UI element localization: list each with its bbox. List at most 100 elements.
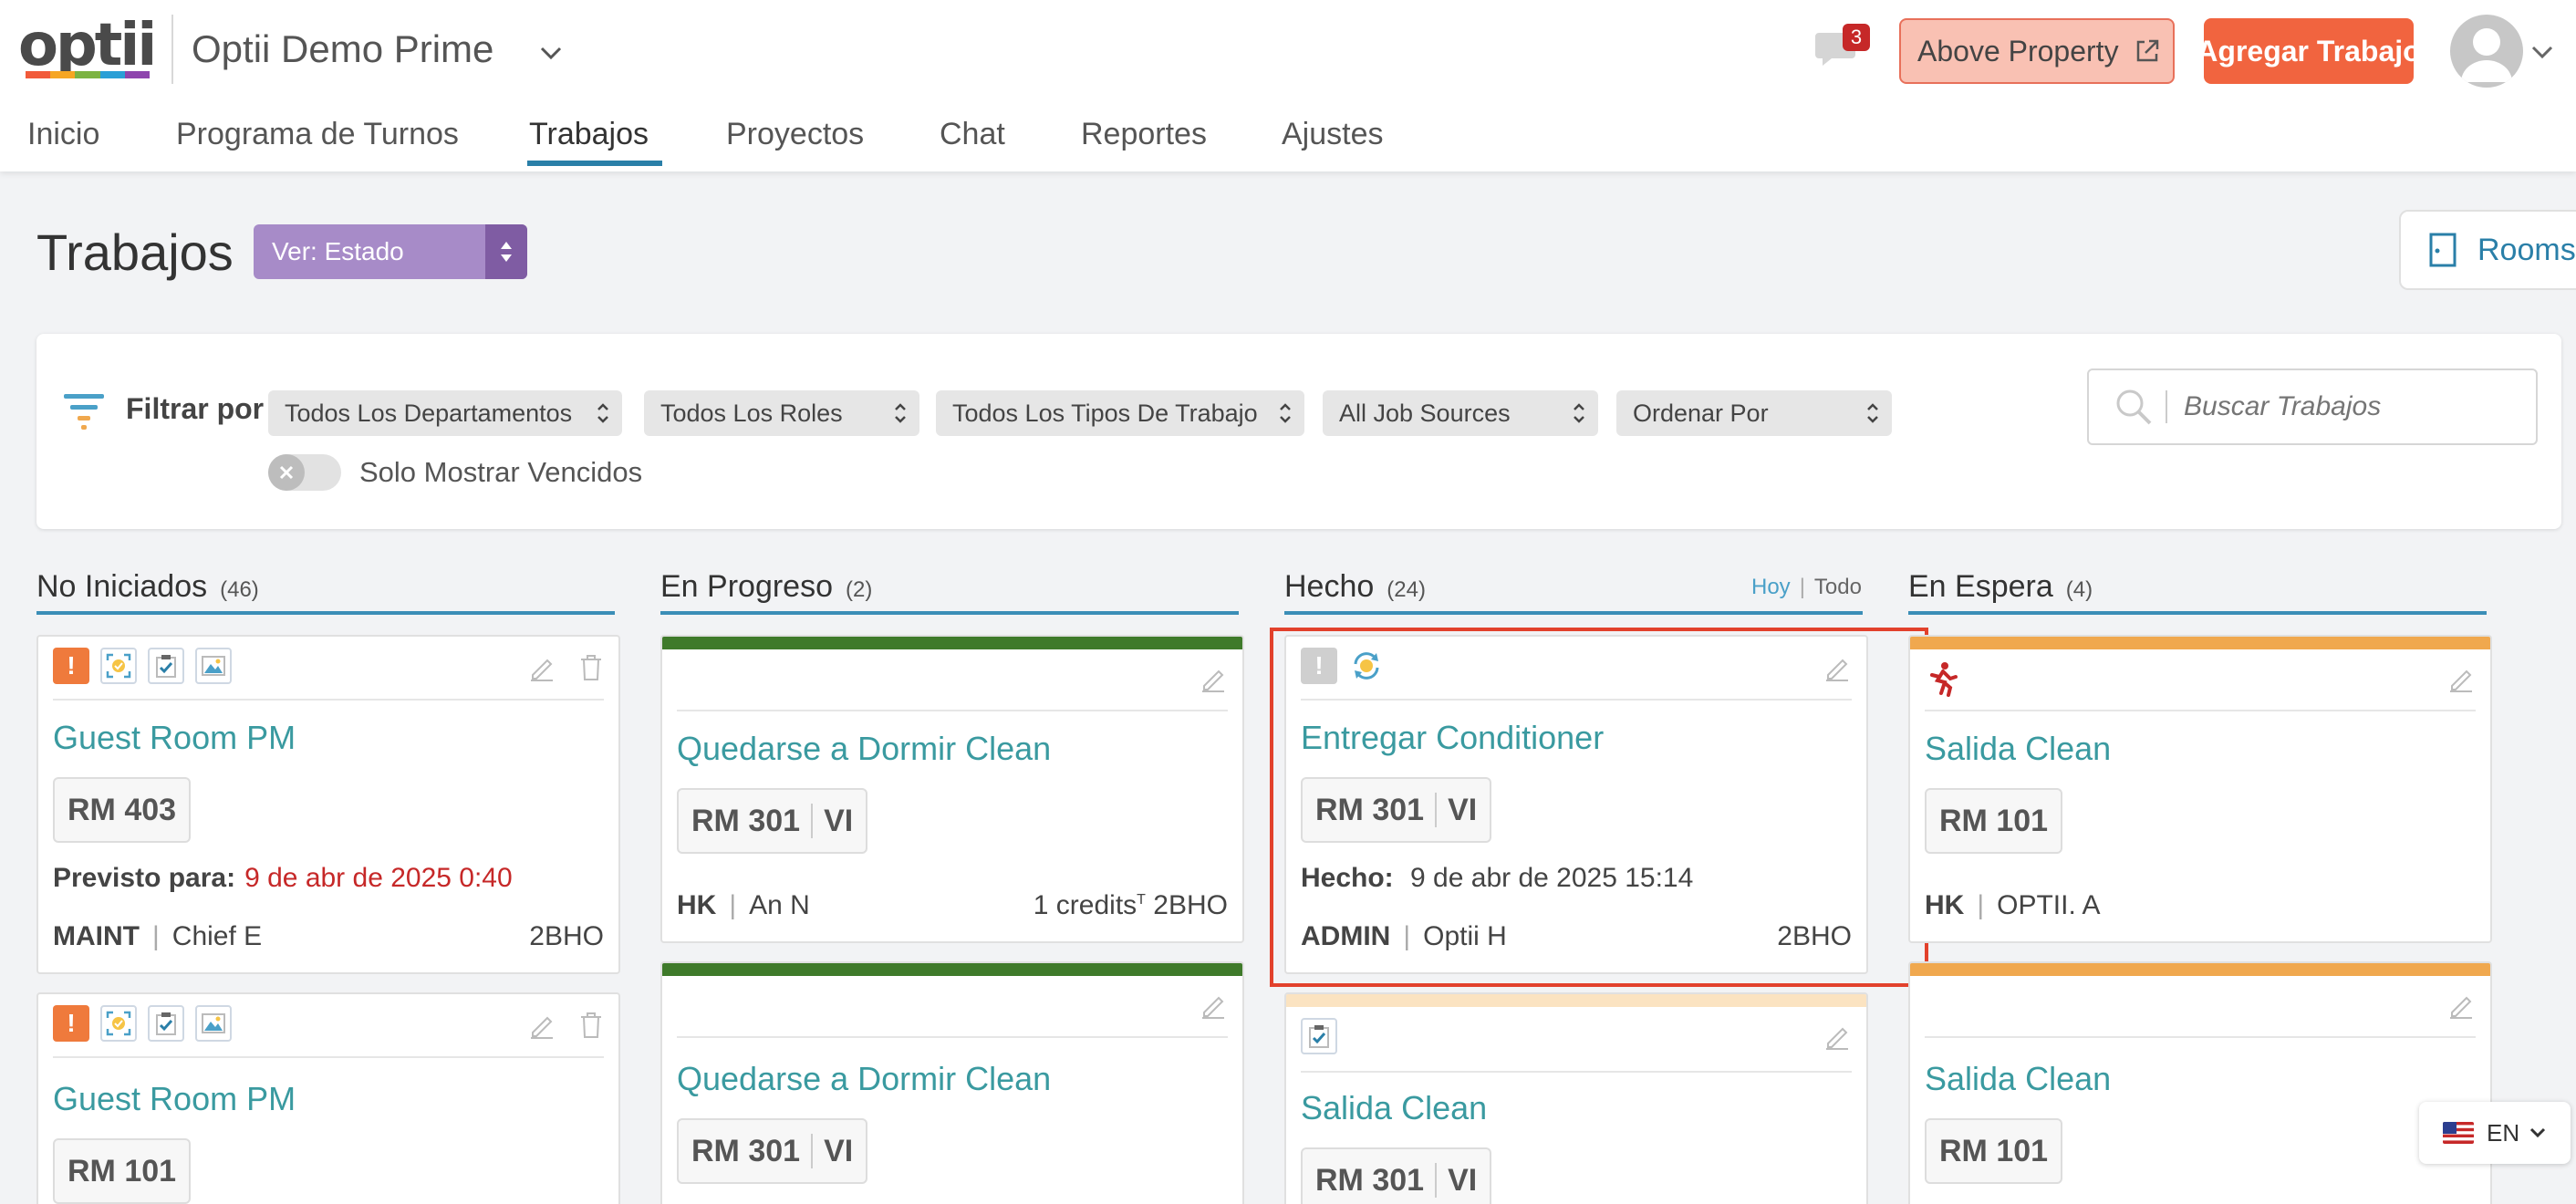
job-title[interactable]: Salida Clean: [1925, 1060, 2111, 1098]
nav-proyectos[interactable]: Proyectos: [726, 117, 864, 152]
status-bar: [1910, 963, 2490, 976]
checklist-icon: [148, 648, 184, 684]
edit-icon[interactable]: [2446, 664, 2476, 693]
column-underline: [36, 611, 615, 615]
job-title[interactable]: Salida Clean: [1301, 1089, 1487, 1127]
job-card[interactable]: Salida Clean RM 301 VI: [1284, 992, 1868, 1204]
nav-reportes[interactable]: Reportes: [1081, 117, 1207, 152]
language-code: EN: [2487, 1118, 2520, 1147]
room-number: RM 301: [691, 1133, 801, 1168]
department-select-value: Todos Los Departamentos: [285, 399, 573, 427]
image-icon: [195, 648, 232, 684]
select-arrows-icon: [485, 224, 527, 279]
edit-icon[interactable]: [1199, 991, 1228, 1020]
notification-badge: 3: [1843, 24, 1870, 51]
checklist-icon: [148, 1005, 184, 1042]
selection-highlight: [1270, 628, 1928, 987]
card-divider: [53, 1056, 604, 1058]
rooms-button[interactable]: Rooms: [2399, 210, 2576, 290]
assignment-info: HK | An N: [677, 890, 810, 920]
sort-select[interactable]: Ordenar Por: [1616, 390, 1892, 436]
search-box[interactable]: [2087, 368, 2538, 445]
job-type-select[interactable]: Todos Los Tipos De Trabajo: [936, 390, 1304, 436]
view-select[interactable]: Ver: Estado: [254, 224, 527, 279]
nav-ajustes[interactable]: Ajustes: [1282, 117, 1384, 152]
nav-chat[interactable]: Chat: [940, 117, 1005, 152]
edit-icon[interactable]: [1199, 664, 1228, 693]
assignee: An N: [749, 890, 810, 920]
job-card[interactable]: Quedarse a Dormir Clean RM 301 VI HK | An N…: [660, 635, 1244, 943]
column-underline: [1908, 611, 2487, 615]
credits-superscript: T: [1137, 892, 1146, 908]
property-name[interactable]: Optii Demo Prime: [192, 27, 493, 71]
trash-icon[interactable]: [578, 653, 604, 682]
checklist-icon: [1301, 1018, 1337, 1054]
job-title[interactable]: Quedarse a Dormir Clean: [677, 1060, 1051, 1098]
close-icon: [279, 465, 294, 480]
logo-color-bar: [26, 71, 151, 78]
job-card[interactable]: Quedarse a Dormir Clean RM 301 VI: [660, 961, 1244, 1204]
inspection-icon: [100, 648, 137, 684]
nav-active-indicator: [527, 161, 662, 166]
nav-trabajos[interactable]: Trabajos: [529, 117, 649, 152]
above-property-button[interactable]: Above Property: [1899, 18, 2175, 84]
optii-logo[interactable]: optii: [18, 16, 157, 78]
job-type-select-value: Todos Los Tipos De Trabajo: [952, 399, 1258, 427]
edit-icon[interactable]: [2446, 991, 2476, 1020]
nav-programa-de-turnos[interactable]: Programa de Turnos: [176, 117, 459, 152]
edit-icon[interactable]: [527, 1011, 556, 1040]
page-title: Trabajos: [36, 223, 234, 281]
room-type: VI: [1448, 1162, 1478, 1198]
search-separator: [2166, 390, 2167, 423]
card-actions: [1823, 1022, 1852, 1051]
user-avatar[interactable]: [2450, 15, 2523, 88]
search-icon: [2116, 389, 2152, 425]
credits-info: 1 creditsT 2BHO: [1034, 890, 1228, 921]
column-underline: [1284, 611, 1863, 615]
edit-icon[interactable]: [527, 653, 556, 682]
job-title[interactable]: Guest Room PM: [53, 1080, 296, 1118]
roles-select-value: Todos Los Roles: [660, 399, 843, 427]
tab-all[interactable]: Todo: [1814, 575, 1862, 599]
sort-select-value: Ordenar Por: [1633, 399, 1769, 427]
nav-inicio[interactable]: Inicio: [27, 117, 99, 152]
view-select-label: Ver: Estado: [272, 237, 404, 265]
above-property-label: Above Property: [1917, 34, 2119, 67]
trash-icon[interactable]: [578, 1011, 604, 1040]
tab-today[interactable]: Hoy: [1751, 575, 1791, 599]
roles-select[interactable]: Todos Los Roles: [644, 390, 919, 436]
chevron-down-icon[interactable]: [2530, 40, 2554, 64]
chevron-down-icon[interactable]: [538, 40, 564, 66]
select-arrows-icon: [1574, 403, 1584, 423]
card-icons: [1301, 1018, 1337, 1054]
room-tag: RM 101: [1925, 788, 2063, 854]
add-job-button[interactable]: Agregar Trabajo: [2197, 18, 2421, 84]
edit-icon[interactable]: [1823, 1022, 1852, 1051]
priority-warning-icon: !: [53, 648, 89, 684]
card-actions: [1199, 991, 1228, 1020]
room-tag: RM 101: [1925, 1118, 2063, 1184]
overdue-toggle-label: Solo Mostrar Vencidos: [359, 456, 643, 488]
departure-icon: [1930, 662, 1958, 697]
select-arrows-icon: [895, 403, 906, 423]
job-card[interactable]: ! Guest Room PM RM 403 Previsto para: 9 d…: [36, 635, 620, 974]
job-card[interactable]: ! Guest Room PM RM 101: [36, 992, 620, 1204]
card-actions: [2446, 664, 2476, 693]
job-sources-select[interactable]: All Job Sources: [1323, 390, 1598, 436]
language-switcher[interactable]: EN: [2419, 1102, 2571, 1164]
job-title[interactable]: Salida Clean: [1925, 730, 2111, 768]
search-input[interactable]: [2184, 391, 2512, 422]
rooms-label: Rooms: [2477, 232, 2576, 267]
job-card[interactable]: Salida Clean RM 101: [1908, 961, 2492, 1204]
user-icon: [2461, 28, 2512, 82]
overdue-toggle[interactable]: [268, 454, 341, 491]
column-count: (4): [2065, 577, 2093, 602]
job-card[interactable]: Salida Clean RM 101 HK | OPTII. A: [1908, 635, 2492, 943]
department-select[interactable]: Todos Los Departamentos: [268, 390, 622, 436]
department: HK: [1925, 890, 1965, 920]
column-title: En Progreso: [660, 569, 833, 604]
job-title[interactable]: Quedarse a Dormir Clean: [677, 730, 1051, 768]
column-underline: [660, 611, 1239, 615]
filter-panel: Filtrar por Todos Los Departamentos Todo…: [36, 334, 2561, 529]
job-title[interactable]: Guest Room PM: [53, 719, 296, 757]
